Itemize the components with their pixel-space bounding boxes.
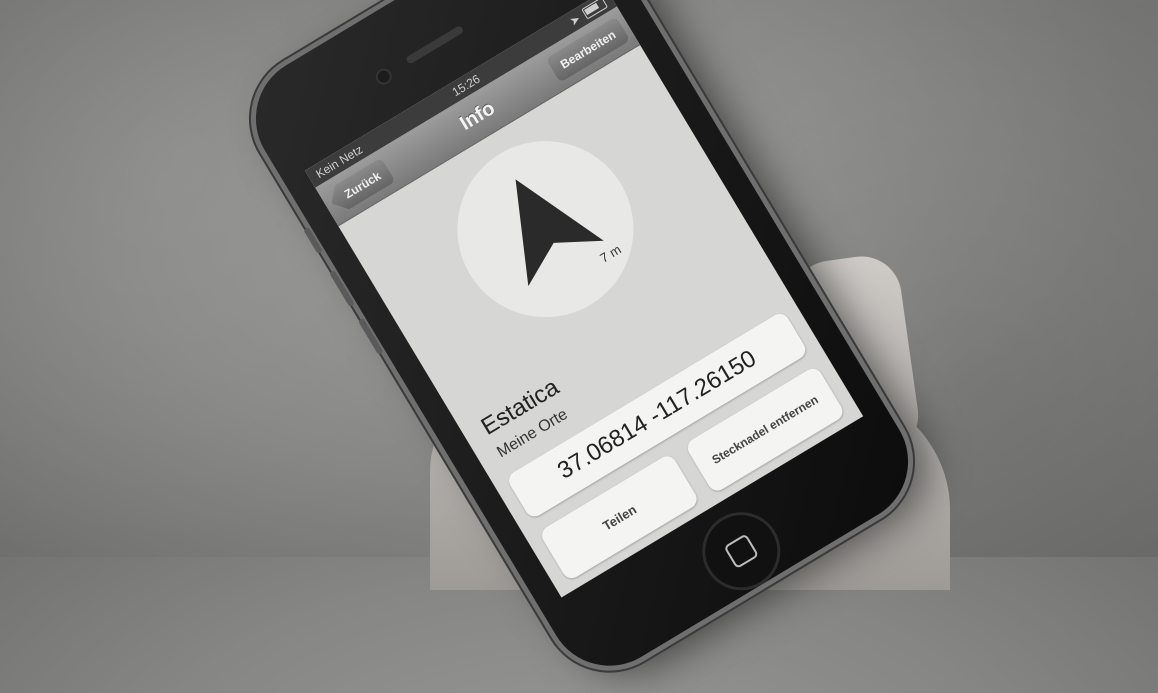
front-camera bbox=[372, 65, 395, 88]
earpiece-speaker bbox=[405, 24, 465, 65]
home-square-icon bbox=[723, 533, 760, 570]
location-services-icon: ➤ bbox=[567, 11, 583, 29]
